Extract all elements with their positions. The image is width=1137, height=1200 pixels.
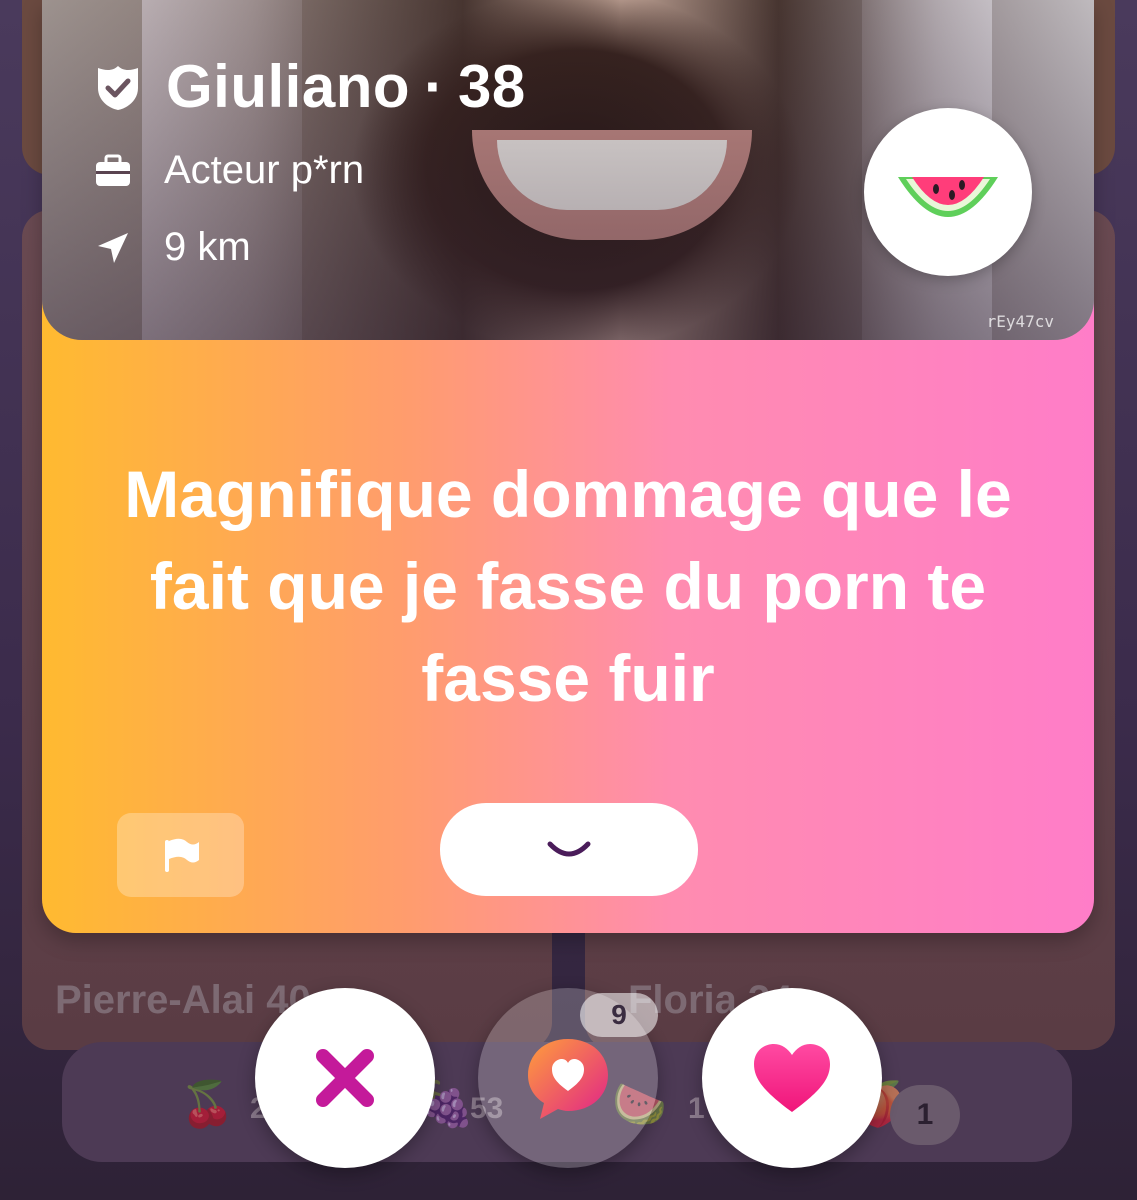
badge-button[interactable] — [864, 108, 1032, 276]
background-card-name-left: Pierre-Alai 40 — [55, 978, 311, 1022]
name-age-separator: · — [424, 53, 444, 120]
stat-watermelon-count: 1 — [688, 1092, 705, 1125]
message-count-badge: 9 — [580, 993, 658, 1037]
name-age-row: Giuliano · 38 — [94, 52, 526, 121]
profile-name: Giuliano — [166, 53, 410, 120]
job-row: Acteur p*rn — [94, 148, 364, 193]
profile-distance: 9 km — [164, 225, 251, 269]
close-icon — [316, 1049, 374, 1107]
location-arrow-icon — [98, 232, 128, 263]
cherry-icon: 🍒 — [180, 1080, 235, 1129]
watermelon-icon — [898, 177, 998, 217]
verified-shield-icon — [98, 65, 138, 110]
report-button[interactable] — [117, 813, 244, 897]
profile-age: 38 — [457, 53, 526, 120]
heart-icon — [754, 1044, 830, 1112]
profile-card[interactable]: Giuliano · 38 Acteur p*rn 9 km rEy47cv M… — [42, 0, 1094, 933]
heart-message-icon — [528, 1039, 608, 1119]
briefcase-icon — [96, 154, 130, 186]
location-row: 9 km — [94, 225, 251, 270]
expand-button[interactable] — [440, 803, 698, 896]
photo-mouth — [472, 130, 752, 240]
photo-teeth — [497, 140, 727, 210]
photo-id: rEy47cv — [986, 312, 1054, 331]
chevron-down-icon — [547, 841, 591, 856]
pass-button[interactable] — [255, 988, 435, 1168]
prompt-answer: Magnifique dommage que le fait que je fa… — [124, 457, 1012, 715]
flag-icon — [164, 838, 199, 872]
profile-job: Acteur p*rn — [164, 148, 365, 192]
like-button[interactable] — [702, 988, 882, 1168]
stat-peach-count: 1 — [890, 1085, 960, 1145]
